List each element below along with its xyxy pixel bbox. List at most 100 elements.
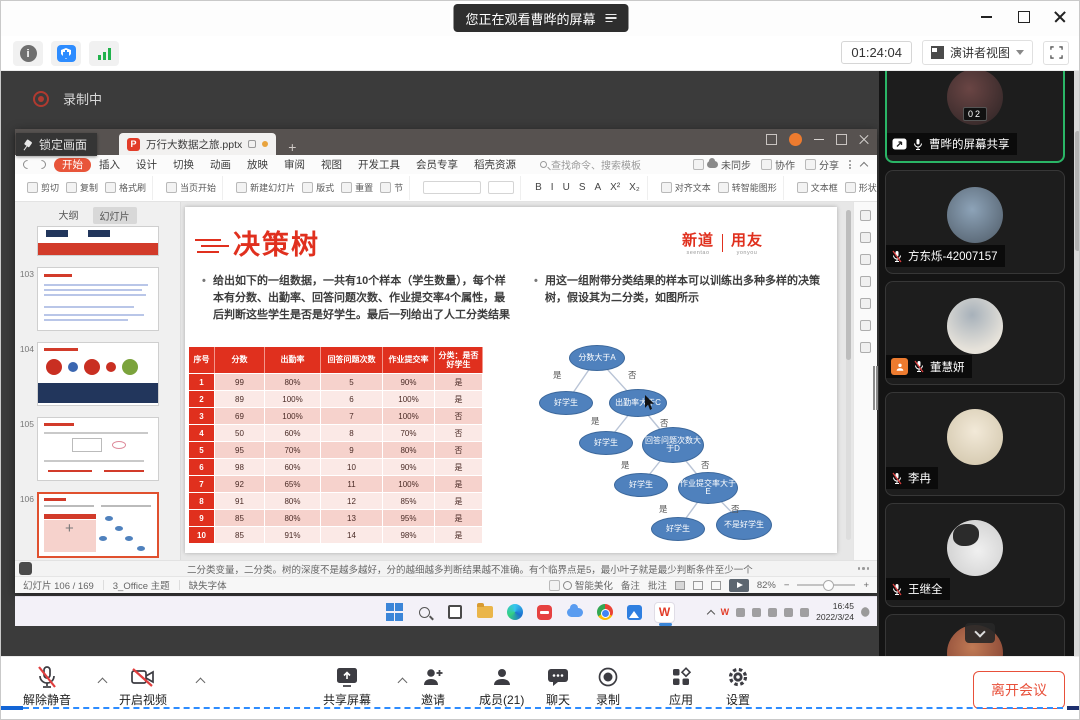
- font-style-button[interactable]: U: [562, 182, 571, 193]
- side-tool-icon[interactable]: [860, 210, 871, 221]
- participant-tile-sharing[interactable]: 02 曹晔的屏幕共享: [885, 71, 1065, 163]
- ribbon-tab[interactable]: 会员专享: [408, 158, 466, 172]
- share-options-chevron[interactable]: [398, 678, 408, 688]
- undo-redo-icons[interactable]: [23, 160, 46, 169]
- zoom-slider[interactable]: [797, 584, 855, 586]
- clipboard-tool[interactable]: 剪切: [27, 181, 59, 194]
- photos-app-button[interactable]: [624, 602, 645, 623]
- video-options-chevron[interactable]: [196, 678, 206, 688]
- notes-toggle[interactable]: 备注: [621, 578, 640, 592]
- share-button[interactable]: 分享: [805, 157, 839, 172]
- sidebar-scrollbar[interactable]: [1074, 71, 1080, 656]
- undo-icon[interactable]: [21, 158, 34, 171]
- tray-icon[interactable]: [784, 608, 793, 617]
- beautify-button[interactable]: 智能美化: [549, 578, 613, 592]
- ribbon-tab[interactable]: 插入: [91, 158, 128, 172]
- new-tab-button[interactable]: +: [288, 139, 296, 155]
- paragraph-tool[interactable]: 转智能图形: [718, 181, 777, 194]
- play-from-page-button[interactable]: 当页开始: [166, 181, 216, 194]
- view-mode-dropdown[interactable]: 演讲者视图: [922, 40, 1033, 65]
- side-tool-icon[interactable]: [860, 276, 871, 287]
- sync-status[interactable]: 未同步: [693, 157, 751, 172]
- clipboard-tool[interactable]: 复制: [66, 181, 98, 194]
- security-button[interactable]: [51, 41, 81, 66]
- zoom-in-button[interactable]: +: [863, 580, 869, 591]
- thumbnail-103[interactable]: 103: [15, 267, 181, 331]
- fullscreen-button[interactable]: [1043, 41, 1069, 65]
- font-style-button[interactable]: S: [578, 182, 587, 193]
- reading-view-icon[interactable]: [711, 581, 721, 590]
- side-tool-icon[interactable]: [860, 232, 871, 243]
- participant-tile[interactable]: 方东烁-42007157: [885, 170, 1065, 274]
- participant-tile[interactable]: 李冉: [885, 392, 1065, 496]
- font-style-button[interactable]: X²: [609, 182, 621, 193]
- lock-screen-button[interactable]: 锁定画面: [16, 133, 97, 156]
- chat-button[interactable]: 聊天: [546, 665, 570, 708]
- file-tab[interactable]: P 万行大数据之旅.pptx: [119, 133, 276, 155]
- normal-view-icon[interactable]: [675, 581, 685, 590]
- font-style-button[interactable]: I: [550, 182, 555, 193]
- participant-tile[interactable]: 董慧妍: [885, 281, 1065, 385]
- close-button[interactable]: [1054, 10, 1067, 23]
- mic-options-chevron[interactable]: [98, 678, 108, 688]
- insert-tool[interactable]: 形状: [845, 181, 877, 194]
- taskbar-search[interactable]: [414, 602, 435, 623]
- wps-minimize-icon[interactable]: [814, 139, 824, 141]
- screens-menu-icon[interactable]: [606, 14, 617, 23]
- zoom-percent[interactable]: 82%: [757, 580, 776, 591]
- font-style-button[interactable]: X₂: [628, 182, 641, 193]
- cloud-app-button[interactable]: [564, 602, 585, 623]
- presenter-tool-icon[interactable]: [19, 562, 32, 575]
- side-tool-icon[interactable]: [860, 254, 871, 265]
- network-quality-button[interactable]: [89, 41, 119, 66]
- unmute-button[interactable]: 解除静音: [23, 665, 71, 708]
- font-size-box[interactable]: [488, 181, 514, 194]
- participant-tile[interactable]: 王继全: [885, 503, 1065, 607]
- panel-collapse-handle[interactable]: [873, 366, 878, 410]
- paragraph-tool[interactable]: 对齐文本: [661, 181, 711, 194]
- ribbon-tab[interactable]: 动画: [202, 158, 239, 172]
- ribbon-tab[interactable]: 审阅: [276, 158, 313, 172]
- tray-icon[interactable]: [800, 608, 809, 617]
- ribbon-tab[interactable]: 放映: [239, 158, 276, 172]
- add-slide-button[interactable]: +: [65, 520, 74, 537]
- ribbon-tab[interactable]: 开发工具: [350, 158, 408, 172]
- members-button[interactable]: 成员(21): [479, 665, 524, 708]
- wps-restore-icon[interactable]: [836, 134, 847, 145]
- share-screen-button[interactable]: 共享屏幕: [323, 665, 371, 708]
- missing-font-warning[interactable]: 缺失字体: [189, 578, 227, 592]
- apps-grid-icon[interactable]: [766, 134, 777, 145]
- side-tool-icon[interactable]: [860, 342, 871, 353]
- comments-toggle[interactable]: 批注: [648, 578, 667, 592]
- font-name-box[interactable]: [423, 181, 481, 194]
- start-video-button[interactable]: 开启视频: [119, 665, 167, 708]
- slideshow-button[interactable]: [729, 579, 749, 592]
- wps-close-icon[interactable]: [859, 135, 869, 145]
- ribbon-tab[interactable]: 稻壳资源: [466, 158, 524, 172]
- ribbon-tab[interactable]: 视图: [313, 158, 350, 172]
- side-tool-icon[interactable]: [860, 320, 871, 331]
- slide-scrollbar[interactable]: [846, 210, 851, 540]
- collaborate-button[interactable]: 协作: [761, 157, 795, 172]
- mail-app-button[interactable]: [534, 602, 555, 623]
- tray-icon[interactable]: [752, 608, 761, 617]
- redo-icon[interactable]: [35, 158, 48, 171]
- notification-icon[interactable]: [861, 607, 871, 617]
- clock[interactable]: 16:45 2022/3/24: [816, 601, 854, 622]
- invite-button[interactable]: 邀请: [421, 665, 445, 708]
- slide-tool[interactable]: 节: [380, 181, 403, 194]
- font-style-button[interactable]: A: [593, 182, 602, 193]
- command-search[interactable]: 查找命令、搜索模板: [540, 157, 641, 172]
- more-icon[interactable]: [849, 160, 851, 169]
- zoom-out-button[interactable]: −: [784, 580, 790, 591]
- slide-tool[interactable]: 版式: [302, 181, 334, 194]
- side-tool-icon[interactable]: [860, 298, 871, 309]
- file-explorer-button[interactable]: [474, 602, 495, 623]
- clipboard-tool[interactable]: 格式刷: [105, 181, 146, 194]
- tray-wps-icon[interactable]: W: [721, 607, 730, 617]
- task-view-button[interactable]: [444, 602, 465, 623]
- scroll-more-participants-button[interactable]: [965, 623, 995, 643]
- thumbnail-partial[interactable]: [15, 226, 181, 256]
- apps-button[interactable]: 应用: [669, 665, 693, 708]
- record-button[interactable]: 录制: [596, 665, 620, 708]
